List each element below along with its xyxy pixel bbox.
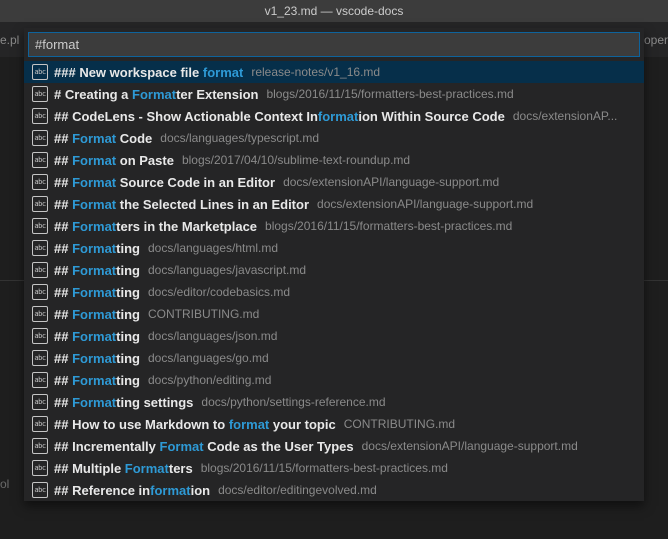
string-icon: abc: [32, 482, 48, 498]
string-icon: abc: [32, 196, 48, 212]
quick-open-item[interactable]: abc ## How to use Markdown to format your…: [24, 413, 644, 435]
quick-open-item-description: CONTRIBUTING.md: [148, 307, 259, 321]
quick-open-item-label: ## Formatting: [54, 263, 140, 278]
quick-open-item-label: ## Incrementally Format Code as the User…: [54, 439, 354, 454]
quick-open-item-description: docs/python/settings-reference.md: [201, 395, 385, 409]
quick-open-item[interactable]: abc ## Formatting docs/languages/json.md: [24, 325, 644, 347]
quick-open-item-description: docs/extensionAPI/language-support.md: [362, 439, 578, 453]
quick-open-widget: abc ### New workspace file format release-…: [24, 28, 644, 501]
quick-open-item-description: docs/languages/javascript.md: [148, 263, 306, 277]
string-icon: abc: [32, 130, 48, 146]
quick-open-item[interactable]: abc ## Format the Selected Lines in an Ed…: [24, 193, 644, 215]
quick-open-item[interactable]: abc ## Formatting docs/languages/go.md: [24, 347, 644, 369]
quick-open-item-label: ### New workspace file format: [54, 65, 243, 80]
quick-open-item-description: docs/extensionAP...: [513, 109, 618, 123]
quick-open-list[interactable]: abc ### New workspace file format release-…: [24, 61, 644, 501]
quick-open-item-description: release-notes/v1_16.md: [251, 65, 380, 79]
quick-open-item-label: ## Formatting: [54, 373, 140, 388]
quick-open-item[interactable]: abc ## Formatting settings docs/python/set…: [24, 391, 644, 413]
quick-open-item-description: docs/languages/go.md: [148, 351, 269, 365]
quick-open-item[interactable]: abc ## CodeLens - Show Actionable Context…: [24, 105, 644, 127]
quick-open-item[interactable]: abc ## Format Source Code in an Editor doc…: [24, 171, 644, 193]
quick-open-item-label: ## Format Code: [54, 131, 152, 146]
quick-open-item-label: ## Formatting settings: [54, 395, 193, 410]
quick-open-item-description: blogs/2017/04/10/sublime-text-roundup.md: [182, 153, 410, 167]
quick-open-item[interactable]: abc ## Reference information docs/editor/e…: [24, 479, 644, 501]
quick-open-item-description: docs/extensionAPI/language-support.md: [283, 175, 499, 189]
quick-open-item[interactable]: abc ## Format Code docs/languages/typescri…: [24, 127, 644, 149]
string-icon: abc: [32, 438, 48, 454]
string-icon: abc: [32, 350, 48, 366]
quick-open-item-description: docs/editor/codebasics.md: [148, 285, 290, 299]
quick-open-item[interactable]: abc ## Incrementally Format Code as the U…: [24, 435, 644, 457]
string-icon: abc: [32, 174, 48, 190]
string-icon: abc: [32, 284, 48, 300]
quick-open-item[interactable]: abc # Creating a Formatter Extension blogs…: [24, 83, 644, 105]
quick-open-item-description: docs/extensionAPI/language-support.md: [317, 197, 533, 211]
string-icon: abc: [32, 372, 48, 388]
tab-fragment-left: e.pl: [0, 33, 19, 47]
quick-open-item-description: docs/languages/json.md: [148, 329, 277, 343]
quick-open-item[interactable]: abc ## Formatters in the Marketplace blogs…: [24, 215, 644, 237]
quick-open-item[interactable]: abc ## Formatting CONTRIBUTING.md: [24, 303, 644, 325]
string-icon: abc: [32, 86, 48, 102]
quick-open-item-description: docs/languages/html.md: [148, 241, 278, 255]
quick-open-item-label: ## Formatting: [54, 241, 140, 256]
quick-open-item-label: ## Format on Paste: [54, 153, 174, 168]
quick-open-item-label: ## Formatting: [54, 307, 140, 322]
quick-open-item-description: blogs/2016/11/15/formatters-best-practic…: [265, 219, 512, 233]
quick-open-item-label: ## Multiple Formatters: [54, 461, 193, 476]
quick-open-item-label: ## How to use Markdown to format your to…: [54, 417, 336, 432]
quick-open-input[interactable]: [28, 32, 640, 57]
quick-open-item-label: ## Formatting: [54, 351, 140, 366]
quick-open-item-description: blogs/2016/11/15/formatters-best-practic…: [266, 87, 513, 101]
quick-open-item-label: ## CodeLens - Show Actionable Context In…: [54, 109, 505, 124]
string-icon: abc: [32, 262, 48, 278]
editor-gutter-fragment: ol: [0, 477, 9, 491]
string-icon: abc: [32, 328, 48, 344]
quick-open-item[interactable]: abc ## Formatting docs/languages/html.md: [24, 237, 644, 259]
quick-open-item-label: ## Format Source Code in an Editor: [54, 175, 275, 190]
quick-open-item-label: ## Reference information: [54, 483, 210, 498]
string-icon: abc: [32, 394, 48, 410]
string-icon: abc: [32, 108, 48, 124]
quick-open-item[interactable]: abc ## Format on Paste blogs/2017/04/10/su…: [24, 149, 644, 171]
quick-open-item[interactable]: abc ## Formatting docs/python/editing.md: [24, 369, 644, 391]
quick-open-item-label: ## Formatting: [54, 329, 140, 344]
string-icon: abc: [32, 460, 48, 476]
quick-open-item[interactable]: abc ## Formatting docs/editor/codebasics.m…: [24, 281, 644, 303]
quick-open-item-description: docs/editor/editingevolved.md: [218, 483, 377, 497]
window-title: v1_23.md — vscode-docs: [265, 4, 404, 18]
quick-open-item-label: ## Formatters in the Marketplace: [54, 219, 257, 234]
quick-open-item[interactable]: abc ## Formatting docs/languages/javascrip…: [24, 259, 644, 281]
window-titlebar: v1_23.md — vscode-docs: [0, 0, 668, 22]
string-icon: abc: [32, 240, 48, 256]
string-icon: abc: [32, 416, 48, 432]
quick-open-item[interactable]: abc ### New workspace file format release-…: [24, 61, 644, 83]
quick-open-item-description: docs/python/editing.md: [148, 373, 271, 387]
quick-open-input-wrap: [24, 28, 644, 61]
string-icon: abc: [32, 218, 48, 234]
quick-open-item[interactable]: abc ## Multiple Formatters blogs/2016/11/1…: [24, 457, 644, 479]
string-icon: abc: [32, 152, 48, 168]
quick-open-item-description: blogs/2016/11/15/formatters-best-practic…: [201, 461, 448, 475]
string-icon: abc: [32, 64, 48, 80]
quick-open-item-label: ## Formatting: [54, 285, 140, 300]
quick-open-item-description: CONTRIBUTING.md: [344, 417, 455, 431]
quick-open-item-description: docs/languages/typescript.md: [160, 131, 319, 145]
quick-open-item-label: ## Format the Selected Lines in an Edito…: [54, 197, 309, 212]
quick-open-item-label: # Creating a Formatter Extension: [54, 87, 258, 102]
string-icon: abc: [32, 306, 48, 322]
